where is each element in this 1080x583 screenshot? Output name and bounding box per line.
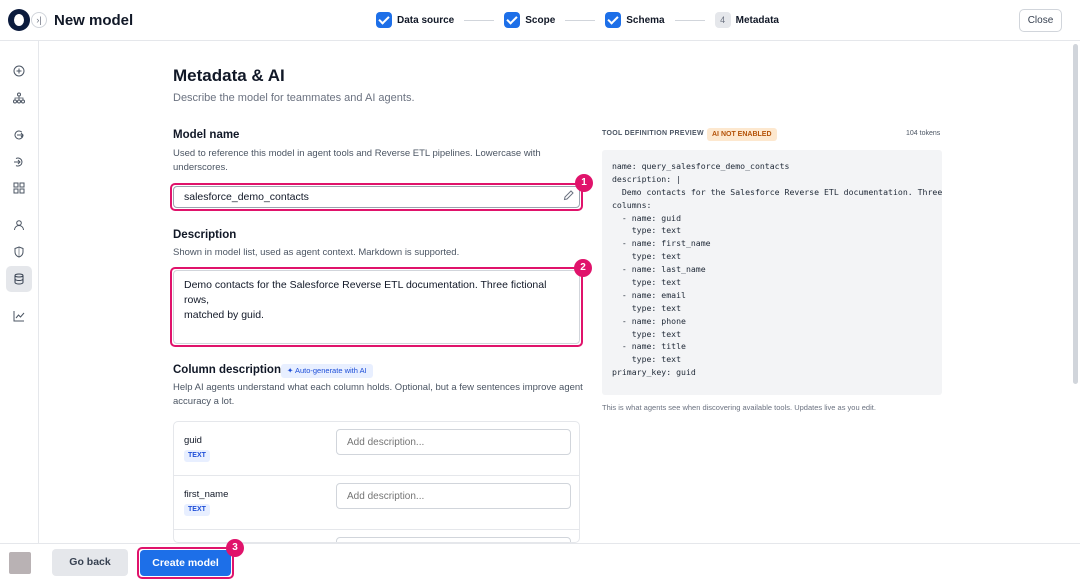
- annotation-highlight-1: [170, 183, 583, 211]
- code-line: - name: last_name: [612, 264, 706, 275]
- code-line: Demo contacts for the Salesforce Reverse…: [621, 186, 942, 197]
- step-metadata[interactable]: 4 Metadata: [714, 12, 779, 28]
- annotation-highlight-3: [137, 547, 234, 579]
- step-number: 4: [714, 12, 731, 28]
- column-description-input[interactable]: [336, 483, 571, 509]
- avatar[interactable]: [9, 552, 31, 574]
- ai-status-badge: AI NOT ENABLED: [707, 128, 777, 141]
- help-line: Used to reference this model in agent to…: [173, 148, 541, 159]
- step-label: Schema: [626, 14, 665, 26]
- go-back-button[interactable]: Go back: [52, 549, 128, 576]
- top-bar: ›| New model Data source Scope Schema 4 …: [0, 0, 1080, 41]
- tool-definition-code: name: query_salesforce_demo_contacts des…: [602, 150, 942, 395]
- shield-icon[interactable]: [6, 239, 32, 265]
- app-logo[interactable]: [8, 9, 30, 31]
- step-data-source[interactable]: Data source: [376, 12, 454, 28]
- token-count: 104 tokens: [906, 130, 941, 137]
- page-title: New model: [54, 12, 134, 29]
- import-icon[interactable]: [6, 149, 32, 175]
- user-icon[interactable]: [6, 212, 32, 238]
- step-divider: [565, 19, 596, 21]
- code-line: description: |: [612, 173, 682, 184]
- annotation-marker-2: 2: [574, 259, 592, 277]
- code-line: type: text: [612, 328, 682, 339]
- add-circle-icon[interactable]: [6, 58, 32, 84]
- code-line: type: text: [612, 225, 682, 236]
- expand-sidebar-icon[interactable]: ›|: [31, 12, 47, 28]
- help-line: accuracy a lot.: [173, 396, 235, 407]
- code-line: - name: first_name: [612, 238, 711, 249]
- code-line: - name: guid: [612, 212, 682, 223]
- wizard-steps: Data source Scope Schema 4 Metadata: [376, 11, 779, 29]
- section-subtitle: Describe the model for teammates and AI …: [173, 92, 415, 104]
- check-icon: [504, 12, 521, 28]
- description-label: Description: [173, 229, 237, 241]
- code-line: - name: email: [612, 289, 686, 300]
- code-line: primary_key: guid: [612, 367, 696, 378]
- sidebar: [0, 41, 39, 543]
- tool-definition-preview-label: TOOL DEFINITION PREVIEW: [602, 130, 704, 137]
- page-scrollbar[interactable]: [1073, 44, 1078, 384]
- code-line: name: query_salesforce_demo_contacts: [612, 161, 790, 171]
- column-descriptions-card: guid TEXT first_name TEXT: [173, 421, 580, 543]
- help-line: underscores.: [173, 162, 228, 173]
- check-icon: [605, 12, 622, 28]
- check-icon: [376, 12, 392, 28]
- annotation-marker-1: 1: [575, 174, 593, 192]
- section-title: Metadata & AI: [173, 66, 285, 85]
- model-name-help: Used to reference this model in agent to…: [173, 147, 541, 175]
- column-description-input[interactable]: [336, 429, 571, 455]
- step-label: Scope: [525, 14, 556, 26]
- step-divider: [674, 19, 705, 21]
- column-row: first_name TEXT: [174, 476, 579, 530]
- step-label: Metadata: [735, 14, 779, 26]
- column-descriptions-help: Help AI agents understand what each colu…: [173, 381, 583, 409]
- grid-icon[interactable]: [6, 175, 32, 201]
- annotation-highlight-2: [170, 267, 583, 347]
- column-type-badge: TEXT: [184, 504, 210, 516]
- code-line: type: text: [612, 251, 682, 262]
- preview-note: This is what agents see when discovering…: [602, 403, 876, 412]
- hierarchy-icon[interactable]: [6, 85, 32, 111]
- step-scope[interactable]: Scope: [504, 12, 555, 28]
- step-label: Data source: [397, 14, 455, 26]
- annotation-marker-3: 3: [226, 539, 244, 557]
- column-name: first_name: [184, 489, 229, 500]
- step-divider: [464, 19, 495, 21]
- code-line: - name: title: [612, 341, 686, 352]
- code-line: type: text: [612, 277, 682, 288]
- auto-generate-button[interactable]: ✦ Auto-generate with AI: [281, 364, 373, 378]
- column-name: guid: [184, 435, 202, 446]
- database-icon[interactable]: [6, 266, 32, 292]
- close-button[interactable]: Close: [1019, 9, 1062, 32]
- column-descriptions-label: Column descriptions: [173, 364, 288, 376]
- sync-icon[interactable]: [6, 122, 32, 148]
- description-help: Shown in model list, used as agent conte…: [173, 247, 460, 258]
- model-name-label: Model name: [173, 129, 240, 141]
- code-line: type: text: [612, 302, 682, 313]
- column-row: guid TEXT: [174, 422, 579, 476]
- step-schema[interactable]: Schema: [605, 12, 665, 28]
- help-line: Help AI agents understand what each colu…: [173, 382, 583, 393]
- chart-icon[interactable]: [6, 303, 32, 329]
- code-line: type: text: [612, 354, 682, 365]
- column-type-badge: TEXT: [184, 450, 210, 462]
- code-line: - name: phone: [612, 315, 686, 326]
- code-line: columns:: [612, 199, 652, 210]
